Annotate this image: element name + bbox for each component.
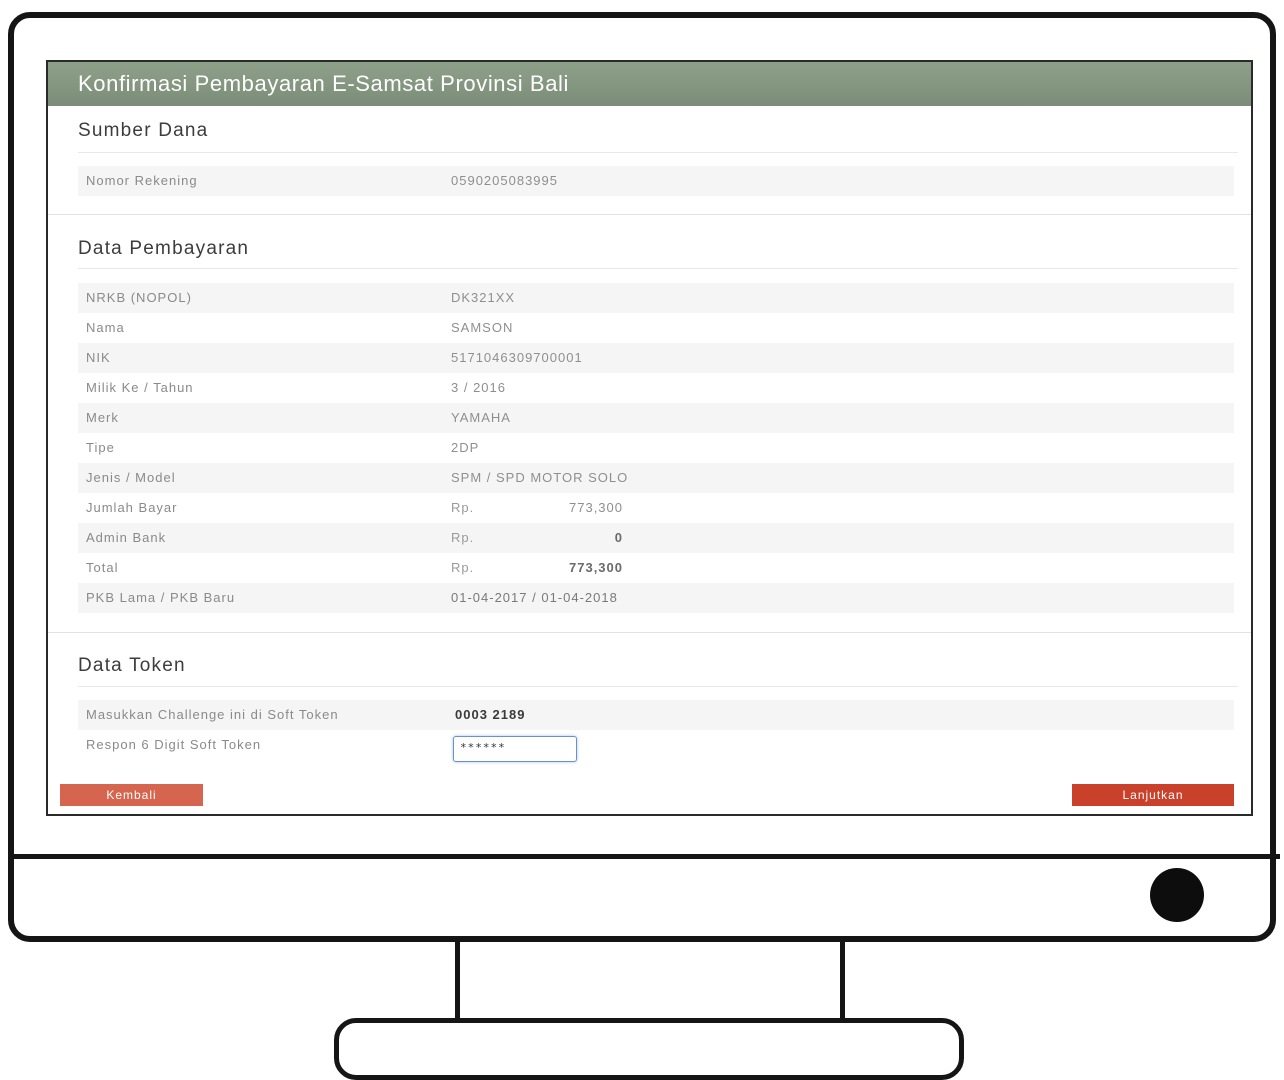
row-merk: Merk YAMAHA — [78, 403, 1234, 433]
row-value: 01-04-2017 / 01-04-2018 — [451, 590, 618, 605]
row-label: Merk — [86, 410, 119, 425]
row-label: Masukkan Challenge ini di Soft Token — [86, 707, 339, 722]
row-challenge: Masukkan Challenge ini di Soft Token 000… — [78, 700, 1234, 730]
row-value: SAMSON — [451, 320, 514, 335]
amount-value: 773,300 — [569, 500, 623, 515]
row-value: DK321XX — [451, 290, 516, 305]
monitor-bezel-divider — [8, 854, 1280, 859]
row-label: Total — [86, 560, 119, 575]
row-label: NRKB (NOPOL) — [86, 290, 192, 305]
row-nama: Nama SAMSON — [78, 313, 1234, 343]
row-pkb-lama-baru: PKB Lama / PKB Baru 01-04-2017 / 01-04-2… — [78, 583, 1234, 613]
continue-button[interactable]: Lanjutkan — [1072, 784, 1234, 806]
row-milik-ke-tahun: Milik Ke / Tahun 3 / 2016 — [78, 373, 1234, 403]
row-jumlah-bayar: Jumlah Bayar Rp. 773,300 — [78, 493, 1234, 523]
row-label: Nama — [86, 320, 125, 335]
screen: Konfirmasi Pembayaran E-Samsat Provinsi … — [46, 60, 1253, 816]
row-label: NIK — [86, 350, 111, 365]
row-value: YAMAHA — [451, 410, 511, 425]
section-rule — [78, 268, 1238, 269]
row-label: Admin Bank — [86, 530, 167, 545]
challenge-code: 0003 2189 — [455, 707, 526, 722]
row-nik: NIK 5171046309700001 — [78, 343, 1234, 373]
amount-value: 773,300 — [569, 560, 623, 575]
row-label: PKB Lama / PKB Baru — [86, 590, 236, 605]
section-heading-sumber-dana: Sumber Dana — [78, 120, 209, 141]
currency-label: Rp. — [451, 500, 475, 515]
soft-token-response-input[interactable]: ****** — [453, 736, 577, 762]
section-rule — [78, 152, 1238, 153]
row-admin-bank: Admin Bank Rp. 0 — [78, 523, 1234, 553]
monitor-stand-base — [334, 1018, 964, 1080]
back-button[interactable]: Kembali — [60, 784, 203, 806]
currency-label: Rp. — [451, 530, 475, 545]
row-jenis-model: Jenis / Model SPM / SPD MOTOR SOLO — [78, 463, 1234, 493]
row-value: 5171046309700001 — [451, 350, 583, 365]
row-nomor-rekening: Nomor Rekening 0590205083995 — [78, 166, 1234, 196]
section-rule — [78, 686, 1238, 687]
row-label: Milik Ke / Tahun — [86, 380, 194, 395]
row-label: Nomor Rekening — [86, 173, 198, 188]
amount-value: 0 — [614, 530, 623, 545]
row-value: 3 / 2016 — [451, 380, 506, 395]
row-label: Jenis / Model — [86, 470, 176, 485]
page-title: Konfirmasi Pembayaran E-Samsat Provinsi … — [48, 62, 1251, 106]
row-tipe: Tipe 2DP — [78, 433, 1234, 463]
section-divider — [48, 214, 1251, 215]
row-total: Total Rp. 773,300 — [78, 553, 1234, 583]
power-button-icon — [1150, 868, 1204, 922]
row-value: 0590205083995 — [451, 173, 558, 188]
row-label: Tipe — [86, 440, 115, 455]
row-nrkb: NRKB (NOPOL) DK321XX — [78, 283, 1234, 313]
row-label: Jumlah Bayar — [86, 500, 178, 515]
row-response: Respon 6 Digit Soft Token — [78, 730, 1234, 760]
row-value: 2DP — [451, 440, 480, 455]
section-heading-data-pembayaran: Data Pembayaran — [78, 238, 250, 259]
row-value: SPM / SPD MOTOR SOLO — [451, 470, 629, 485]
monitor-stand-neck — [455, 940, 845, 1024]
section-heading-data-token: Data Token — [78, 655, 186, 676]
currency-label: Rp. — [451, 560, 475, 575]
section-divider — [48, 632, 1251, 633]
row-label: Respon 6 Digit Soft Token — [86, 737, 262, 752]
